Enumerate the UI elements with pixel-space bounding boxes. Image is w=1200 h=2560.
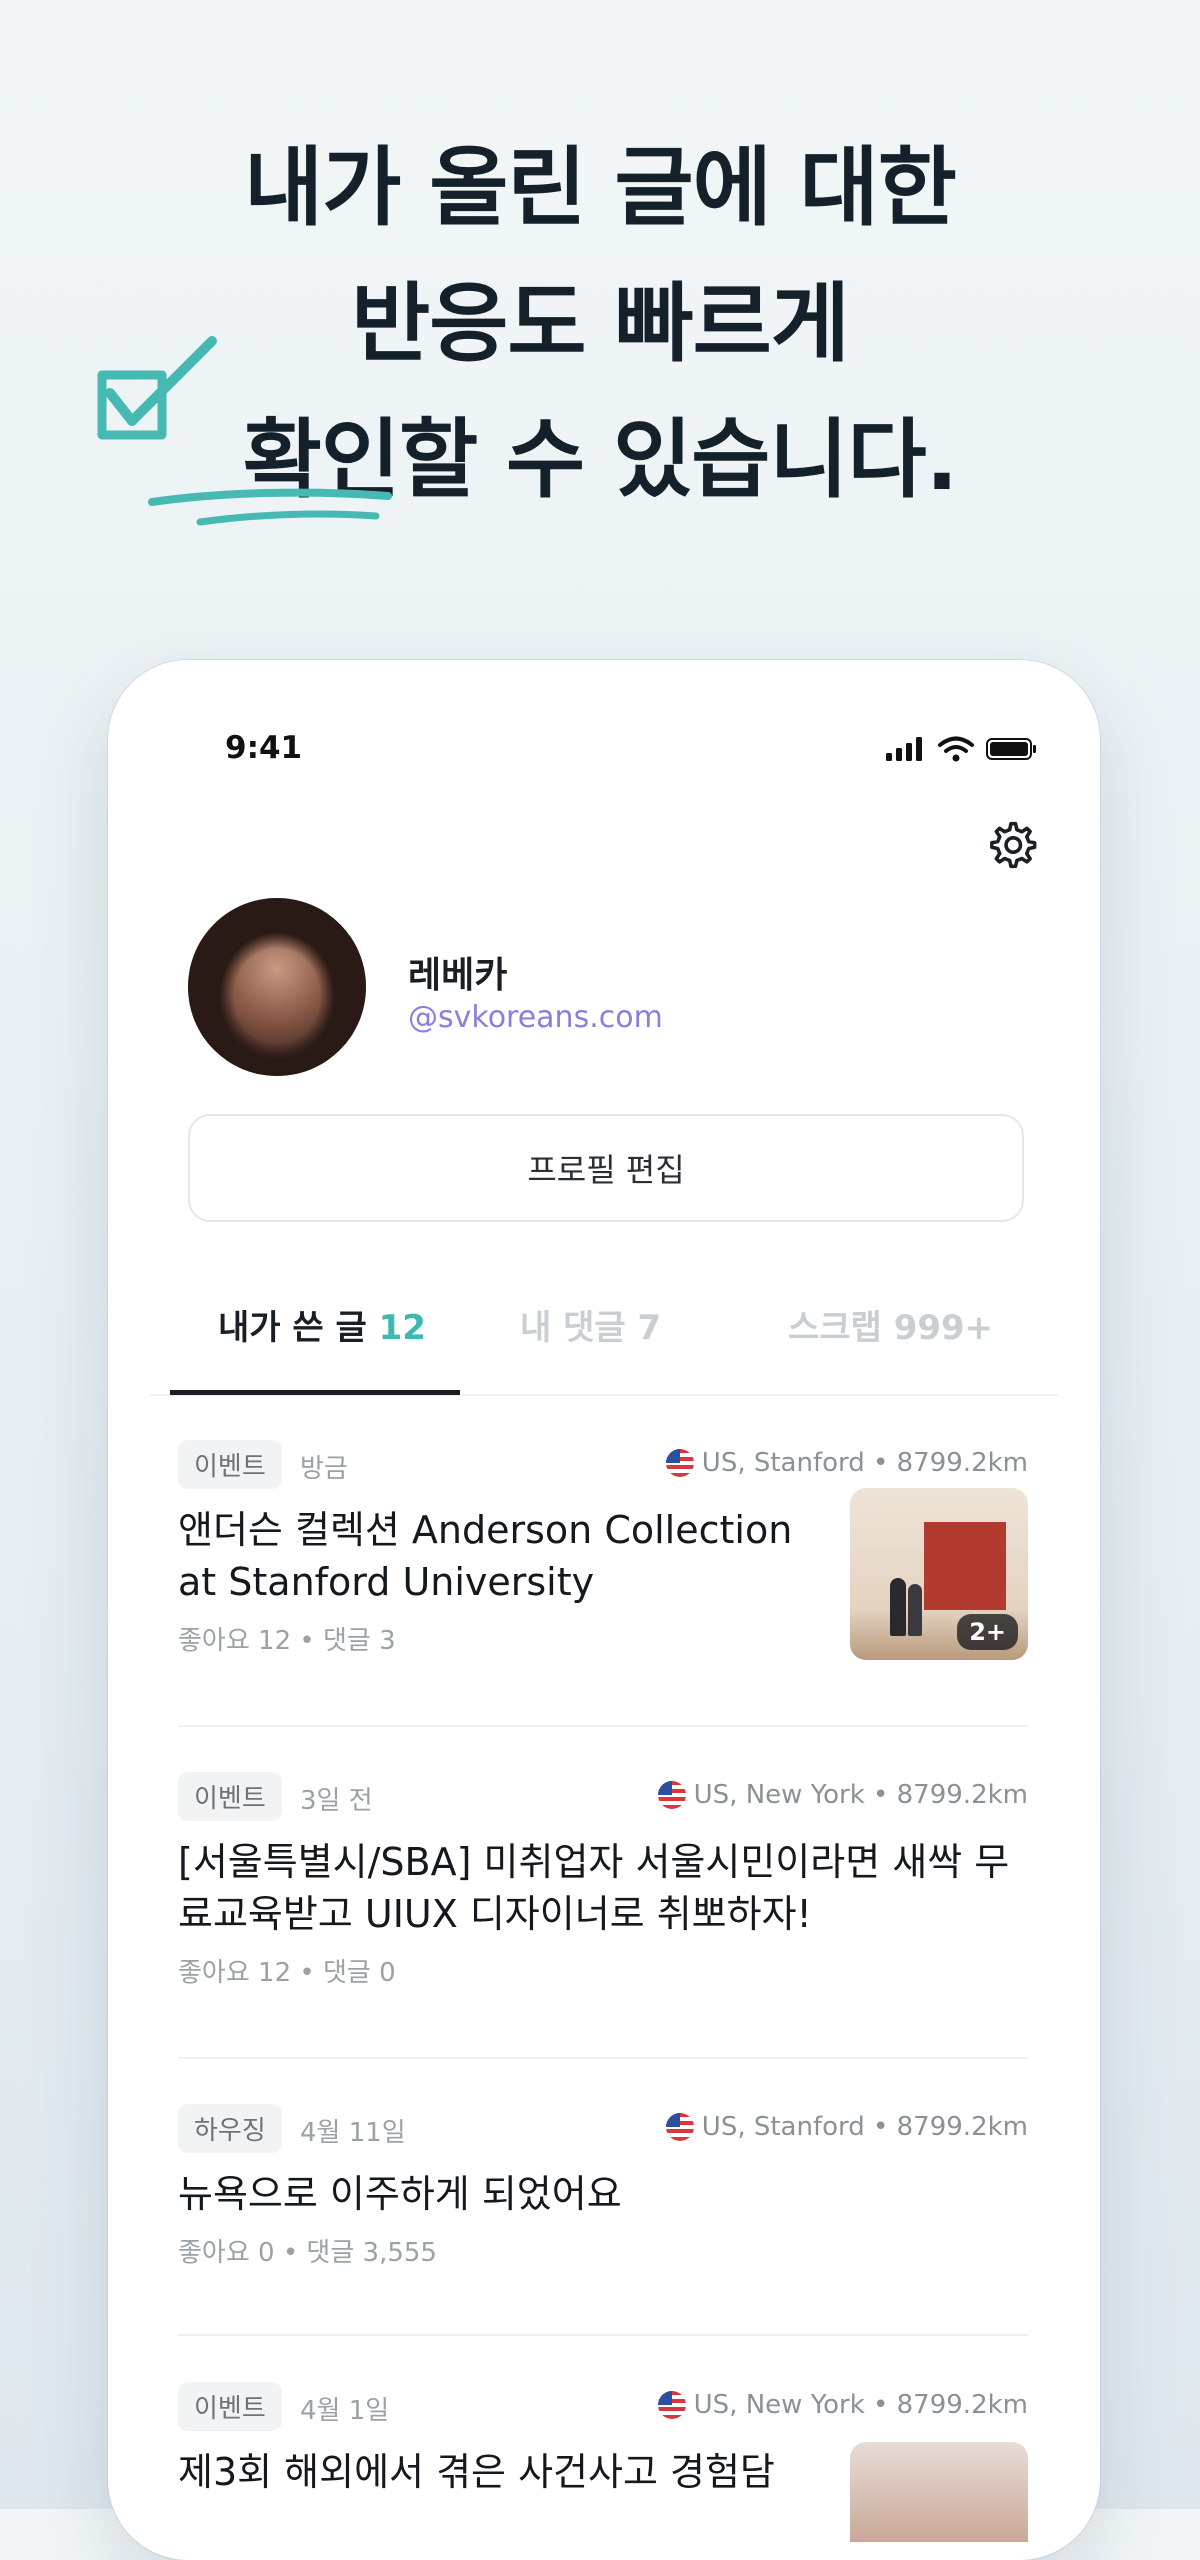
post-location: US, New York • 8799.2km — [657, 1780, 1028, 1810]
post-item[interactable]: 이벤트 4월 1일 US, New York • 8799.2km 제3회 해외… — [178, 2382, 1028, 2542]
headline-line-1: 내가 올린 글에 대한 — [244, 138, 957, 238]
post-title: 앤더슨 컬렉션 Anderson Collection at Stanford … — [178, 1508, 793, 1604]
profile-email: @svkoreans.com — [408, 1000, 663, 1035]
tab-scraps[interactable]: 스크랩 999+ — [788, 1300, 993, 1349]
tab-my-posts[interactable]: 내가 쓴 글 12 — [218, 1300, 426, 1349]
post-time: 방금 — [300, 1454, 348, 1484]
post-title: 제3회 해외에서 겪은 사건사고 경험담 — [178, 2450, 775, 2494]
us-flag-icon — [657, 1781, 686, 1809]
status-time: 9:41 — [225, 730, 303, 766]
tab-count: 7 — [637, 1308, 662, 1348]
gear-icon[interactable] — [984, 818, 1038, 872]
post-time: 4월 11일 — [300, 2118, 406, 2148]
location-text: US, New York • 8799.2km — [693, 1780, 1028, 1810]
post-location: US, Stanford • 8799.2km — [665, 1448, 1028, 1478]
post-time: 4월 1일 — [300, 2396, 390, 2426]
headline: 내가 올린 글에 대한 반응도 빠르게 확인할 수 있습니다. — [0, 120, 1200, 528]
status-icons — [886, 736, 1038, 762]
category-badge: 이벤트 — [178, 2382, 282, 2431]
tab-label: 내 댓글 — [520, 1308, 626, 1348]
tab-label: 스크랩 — [788, 1308, 882, 1348]
post-meta: 이벤트 방금 US, Stanford • 8799.2km — [178, 1440, 1028, 1490]
category-badge: 이벤트 — [178, 1440, 282, 1489]
post-title: [서울특별시/SBA] 미취업자 서울시민이라면 새싹 무료교육받고 UIUX … — [178, 1840, 1010, 1936]
underline-scribble-icon — [148, 488, 392, 526]
post-divider — [178, 1725, 1028, 1727]
tab-label: 내가 쓴 글 — [218, 1308, 367, 1348]
post-meta: 하우징 4월 11일 US, Stanford • 8799.2km — [178, 2104, 1028, 2154]
avatar[interactable] — [188, 898, 366, 1076]
signal-icon — [886, 737, 922, 761]
post-item[interactable]: 이벤트 방금 US, Stanford • 8799.2km 앤더슨 컬렉션 A… — [178, 1440, 1028, 1660]
post-time: 3일 전 — [300, 1786, 373, 1816]
category-badge: 하우징 — [178, 2104, 282, 2153]
active-tab-indicator — [170, 1390, 460, 1395]
location-text: US, New York • 8799.2km — [693, 2390, 1028, 2420]
edit-profile-button[interactable]: 프로필 편집 — [188, 1114, 1024, 1222]
location-text: US, Stanford • 8799.2km — [701, 1448, 1028, 1478]
profile-name: 레베카 — [408, 955, 508, 996]
us-flag-icon — [665, 1449, 694, 1477]
post-meta: 이벤트 4월 1일 US, New York • 8799.2km — [178, 2382, 1028, 2432]
post-location: US, Stanford • 8799.2km — [665, 2112, 1028, 2142]
post-title: 뉴욕으로 이주하게 되었어요 — [178, 2172, 622, 2216]
category-badge: 이벤트 — [178, 1772, 282, 1821]
post-location: US, New York • 8799.2km — [657, 2390, 1028, 2420]
post-divider — [178, 2057, 1028, 2059]
tab-bar: 내가 쓴 글 12 내 댓글 7 스크랩 999+ — [168, 1280, 1070, 1380]
post-thumbnail[interactable]: 2+ — [850, 1488, 1028, 1660]
location-text: US, Stanford • 8799.2km — [701, 2112, 1028, 2142]
status-bar: 9:41 — [108, 730, 1100, 790]
tab-my-comments[interactable]: 내 댓글 7 — [520, 1300, 661, 1349]
post-item[interactable]: 이벤트 3일 전 US, New York • 8799.2km [서울특별시/… — [178, 1772, 1028, 1989]
phone-frame: 9:41 레베카 @svkoreans.com 프로필 편집 내가 쓴 글 12… — [108, 660, 1100, 2560]
tab-count: 12 — [378, 1308, 426, 1348]
image-count-badge: 2+ — [957, 1614, 1018, 1650]
us-flag-icon — [657, 2391, 686, 2419]
post-meta: 이벤트 3일 전 US, New York • 8799.2km — [178, 1772, 1028, 1822]
post-item[interactable]: 하우징 4월 11일 US, Stanford • 8799.2km 뉴욕으로 … — [178, 2104, 1028, 2269]
wifi-icon — [938, 736, 974, 762]
post-divider — [178, 2334, 1028, 2336]
tab-count: 999+ — [893, 1308, 994, 1348]
checkbox-checkmark-icon — [97, 336, 217, 440]
us-flag-icon — [665, 2113, 694, 2141]
battery-icon — [986, 738, 1036, 760]
post-thumbnail[interactable] — [850, 2442, 1028, 2542]
post-stats: 좋아요 0 • 댓글 3,555 — [178, 2238, 437, 2268]
post-stats: 좋아요 12 • 댓글 0 — [178, 1958, 396, 1988]
